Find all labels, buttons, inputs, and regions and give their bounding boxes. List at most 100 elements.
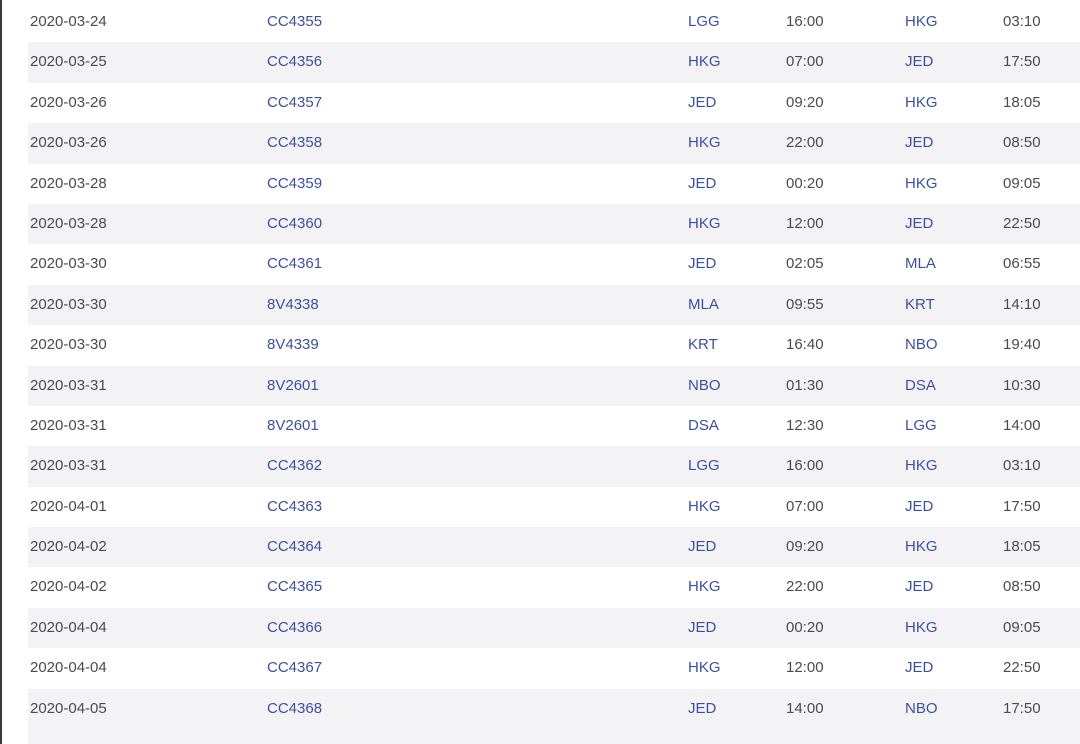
destination-airport-link[interactable]: MLA bbox=[905, 244, 936, 284]
origin-airport-link[interactable]: LGG bbox=[688, 446, 720, 486]
table-row[interactable]: 2020-04-05 CC4368 JED 14:00 NBO 17:50 bbox=[28, 688, 1080, 730]
destination-airport-link[interactable]: HKG bbox=[905, 164, 938, 204]
arrival-time: 19:40 bbox=[1003, 336, 1041, 354]
departure-time: 12:00 bbox=[786, 214, 824, 232]
origin-airport-link[interactable]: DSA bbox=[688, 406, 719, 446]
flight-date: 2020-03-30 bbox=[30, 255, 107, 273]
destination-airport-link[interactable]: KRT bbox=[905, 285, 935, 325]
destination-airport-link[interactable]: HKG bbox=[905, 2, 938, 42]
table-row[interactable]: 2020-03-26 CC4358 HKG 22:00 JED 08:50 bbox=[28, 123, 1080, 164]
table-row-partial bbox=[28, 729, 1080, 744]
origin-airport-link[interactable]: JED bbox=[688, 689, 716, 729]
flight-number-link[interactable]: 8V4339 bbox=[267, 325, 319, 365]
flight-number-link[interactable]: CC4364 bbox=[267, 527, 322, 567]
destination-airport-link[interactable]: LGG bbox=[905, 406, 937, 446]
flight-date: 2020-03-26 bbox=[30, 93, 107, 111]
table-row[interactable]: 2020-03-31 CC4362 LGG 16:00 HKG 03:10 bbox=[28, 446, 1080, 487]
destination-airport-link[interactable]: JED bbox=[905, 204, 933, 244]
destination-airport-link[interactable]: JED bbox=[905, 123, 933, 163]
destination-airport-link[interactable]: NBO bbox=[905, 689, 938, 729]
arrival-time: 22:50 bbox=[1003, 659, 1041, 677]
destination-airport-link[interactable]: HKG bbox=[905, 527, 938, 567]
table-row[interactable]: 2020-03-28 CC4359 JED 00:20 HKG 09:05 bbox=[28, 164, 1080, 204]
table-row[interactable]: 2020-03-28 CC4360 HKG 12:00 JED 22:50 bbox=[28, 203, 1080, 245]
flight-date: 2020-03-26 bbox=[30, 134, 107, 152]
flight-number-link[interactable]: CC4357 bbox=[267, 83, 322, 123]
destination-airport-link[interactable]: JED bbox=[905, 648, 933, 688]
flight-schedule-screen: 2020-03-24 CC4355 LGG 16:00 HKG 03:10 2020-03-… bbox=[0, 0, 1080, 744]
origin-airport-link[interactable]: KRT bbox=[688, 325, 718, 365]
flight-number-link[interactable]: CC4366 bbox=[267, 608, 322, 648]
arrival-time: 08:50 bbox=[1003, 578, 1041, 596]
table-row[interactable]: 2020-03-30 CC4361 JED 02:05 MLA 06:55 bbox=[28, 244, 1080, 284]
departure-time: 07:00 bbox=[786, 53, 824, 71]
origin-airport-link[interactable]: NBO bbox=[688, 366, 721, 406]
arrival-time: 08:50 bbox=[1003, 134, 1041, 152]
origin-airport-link[interactable]: MLA bbox=[688, 285, 719, 325]
departure-time: 14:00 bbox=[786, 699, 824, 717]
flight-number-link[interactable]: CC4356 bbox=[267, 42, 322, 82]
flight-number-link[interactable]: 8V4338 bbox=[267, 285, 319, 325]
origin-airport-link[interactable]: HKG bbox=[688, 567, 721, 607]
flight-number-link[interactable]: 8V2601 bbox=[267, 366, 319, 406]
table-row[interactable]: 2020-04-04 CC4366 JED 00:20 HKG 09:05 bbox=[28, 607, 1080, 649]
origin-airport-link[interactable]: HKG bbox=[688, 123, 721, 163]
origin-airport-link[interactable]: JED bbox=[688, 527, 716, 567]
flight-schedule-table: 2020-03-24 CC4355 LGG 16:00 HKG 03:10 2020-03-… bbox=[28, 2, 1080, 744]
origin-airport-link[interactable]: HKG bbox=[688, 42, 721, 82]
table-row[interactable]: 2020-04-02 CC4365 HKG 22:00 JED 08:50 bbox=[28, 567, 1080, 607]
origin-airport-link[interactable]: HKG bbox=[688, 487, 721, 527]
destination-airport-link[interactable]: HKG bbox=[905, 608, 938, 648]
destination-airport-link[interactable]: JED bbox=[905, 42, 933, 82]
flight-date: 2020-03-25 bbox=[30, 53, 107, 71]
flight-number-link[interactable]: CC4360 bbox=[267, 204, 322, 244]
flight-date: 2020-04-04 bbox=[30, 659, 107, 677]
destination-airport-link[interactable]: JED bbox=[905, 567, 933, 607]
flight-number-link[interactable]: CC4362 bbox=[267, 446, 322, 486]
flight-date: 2020-03-30 bbox=[30, 336, 107, 354]
destination-airport-link[interactable]: HKG bbox=[905, 83, 938, 123]
origin-airport-link[interactable]: JED bbox=[688, 608, 716, 648]
flight-number-link[interactable]: 8V2601 bbox=[267, 406, 319, 446]
table-row[interactable]: 2020-03-25 CC4356 HKG 07:00 JED 17:50 bbox=[28, 42, 1080, 83]
origin-airport-link[interactable]: JED bbox=[688, 83, 716, 123]
destination-airport-link[interactable]: NBO bbox=[905, 325, 938, 365]
departure-time: 16:00 bbox=[786, 457, 824, 475]
arrival-time: 09:05 bbox=[1003, 174, 1041, 192]
table-row[interactable]: 2020-03-24 CC4355 LGG 16:00 HKG 03:10 bbox=[28, 2, 1080, 42]
table-row[interactable]: 2020-03-30 8V4338 MLA 09:55 KRT 14:10 bbox=[28, 284, 1080, 326]
origin-airport-link[interactable]: JED bbox=[688, 244, 716, 284]
origin-airport-link[interactable]: HKG bbox=[688, 204, 721, 244]
flight-date: 2020-03-31 bbox=[30, 457, 107, 475]
table-row[interactable]: 2020-03-31 8V2601 DSA 12:30 LGG 14:00 bbox=[28, 406, 1080, 446]
flight-number-link[interactable]: CC4359 bbox=[267, 164, 322, 204]
table-row[interactable]: 2020-03-31 8V2601 NBO 01:30 DSA 10:30 bbox=[28, 365, 1080, 406]
table-row[interactable]: 2020-04-04 CC4367 HKG 12:00 JED 22:50 bbox=[28, 648, 1080, 688]
arrival-time: 17:50 bbox=[1003, 699, 1041, 717]
flight-number-link[interactable]: CC4358 bbox=[267, 123, 322, 163]
origin-airport-link[interactable]: HKG bbox=[688, 648, 721, 688]
arrival-time: 17:50 bbox=[1003, 497, 1041, 515]
flight-number-link[interactable]: CC4368 bbox=[267, 689, 322, 729]
flight-number-link[interactable]: CC4361 bbox=[267, 244, 322, 284]
arrival-time: 06:55 bbox=[1003, 255, 1041, 273]
table-row[interactable]: 2020-04-01 CC4363 HKG 07:00 JED 17:50 bbox=[28, 487, 1080, 527]
flight-number-link[interactable]: CC4367 bbox=[267, 648, 322, 688]
flight-date: 2020-04-02 bbox=[30, 578, 107, 596]
origin-airport-link[interactable]: JED bbox=[688, 164, 716, 204]
table-row[interactable]: 2020-04-02 CC4364 JED 09:20 HKG 18:05 bbox=[28, 527, 1080, 568]
table-row[interactable]: 2020-03-26 CC4357 JED 09:20 HKG 18:05 bbox=[28, 83, 1080, 123]
destination-airport-link[interactable]: DSA bbox=[905, 366, 936, 406]
destination-airport-link[interactable]: HKG bbox=[905, 446, 938, 486]
flight-number-link[interactable]: CC4365 bbox=[267, 567, 322, 607]
arrival-time: 10:30 bbox=[1003, 376, 1041, 394]
departure-time: 12:00 bbox=[786, 659, 824, 677]
destination-airport-link[interactable]: JED bbox=[905, 487, 933, 527]
table-row[interactable]: 2020-03-30 8V4339 KRT 16:40 NBO 19:40 bbox=[28, 325, 1080, 365]
origin-airport-link[interactable]: LGG bbox=[688, 2, 720, 42]
departure-time: 09:55 bbox=[786, 295, 824, 313]
arrival-time: 03:10 bbox=[1003, 457, 1041, 475]
flight-date: 2020-03-31 bbox=[30, 376, 107, 394]
flight-number-link[interactable]: CC4363 bbox=[267, 487, 322, 527]
flight-number-link[interactable]: CC4355 bbox=[267, 2, 322, 42]
